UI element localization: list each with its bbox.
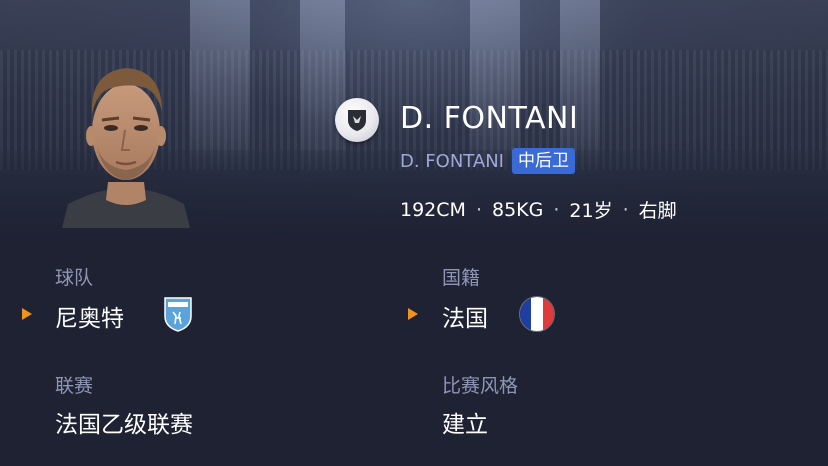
play-style-label: 比赛风格 [442, 375, 519, 397]
player-age: 21岁 [569, 200, 613, 222]
team-value[interactable]: 尼奥特 [55, 299, 124, 333]
player-height: 192CM [400, 198, 466, 221]
position-badge: 中后卫 [511, 148, 575, 174]
player-name: D. FONTANI [400, 101, 579, 136]
nationality-value[interactable]: 法国 [442, 299, 488, 333]
player-portrait [62, 68, 190, 228]
player-stats: 192CM · 85KG · 21岁 · 右脚 [400, 196, 677, 223]
play-style-value: 建立 [442, 412, 488, 438]
separator-dot: · [475, 198, 482, 221]
nationality-label: 国籍 [442, 267, 481, 289]
team-label: 球队 [55, 267, 94, 289]
player-subtitle: D. FONTANI 中后卫 [400, 148, 575, 174]
team-crest-icon[interactable] [163, 296, 193, 332]
league-label: 联赛 [55, 375, 94, 397]
france-flag-icon[interactable] [519, 296, 555, 332]
player-weight: 85KG [491, 198, 544, 221]
separator-dot: · [622, 198, 629, 221]
team-arrow-icon[interactable] [22, 308, 32, 320]
club-emblem-icon [335, 98, 379, 142]
separator-dot: · [553, 198, 560, 221]
player-short-name: D. FONTANI [400, 150, 504, 172]
league-value: 法国乙级联赛 [55, 412, 193, 438]
player-foot: 右脚 [638, 200, 677, 222]
shield-icon [348, 110, 366, 131]
nationality-arrow-icon[interactable] [408, 308, 418, 320]
